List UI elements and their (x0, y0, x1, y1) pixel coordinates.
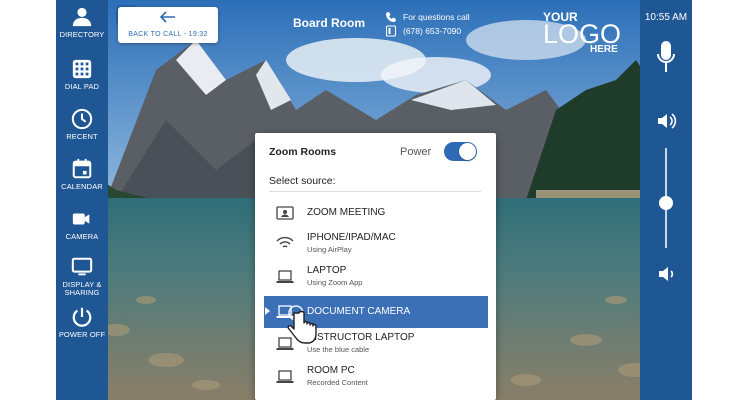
clock-icon (71, 108, 93, 130)
dialpad-icon (72, 59, 92, 79)
sidebar-item-power-off[interactable]: POWER OFF (56, 306, 108, 356)
source-label: ZOOM MEETING (307, 207, 386, 218)
monitor-icon (276, 370, 294, 383)
sidebar-item-dial-pad[interactable]: DIAL PAD (56, 58, 108, 108)
select-source-label: Select source: (269, 175, 336, 187)
source-item-iphone-ipad-mac[interactable]: IPHONE/IPAD/MAC Using AirPlay (264, 229, 488, 261)
source-sublabel: Using Zoom App (307, 278, 363, 287)
sidebar-item-label: POWER OFF (58, 330, 106, 339)
sidebar-item-label: RECENT (66, 132, 98, 141)
right-panel: 10:55 AM (640, 0, 692, 400)
phone-icon (386, 12, 396, 22)
source-label: DOCUMENT CAMERA (307, 306, 411, 317)
power-toggle[interactable] (444, 142, 477, 161)
sidebar-item-directory[interactable]: DIRECTORY (56, 6, 108, 56)
laptop-icon (276, 270, 294, 283)
source-sublabel: Using AirPlay (307, 245, 352, 254)
phone-handset-icon (385, 25, 397, 37)
divider (269, 191, 481, 192)
source-item-laptop[interactable]: LAPTOP Using Zoom App (264, 262, 488, 294)
calendar-icon (72, 158, 92, 179)
person-icon (72, 7, 92, 27)
sidebar-item-label: DISPLAY & SHARING (62, 280, 102, 297)
source-label: IPHONE/IPAD/MAC (307, 232, 396, 243)
source-sublabel: Recorded Content (307, 378, 368, 387)
camera-icon (72, 213, 90, 225)
sidebar-item-calendar[interactable]: CALENDAR (56, 158, 108, 208)
room-name: Board Room (293, 16, 365, 30)
zoom-meeting-icon (276, 206, 294, 220)
microphone-icon[interactable] (656, 40, 676, 74)
volume-down-icon[interactable] (658, 266, 676, 282)
volume-slider-handle[interactable] (659, 196, 673, 210)
sidebar-item-recent[interactable]: RECENT (56, 108, 108, 158)
clock: 10:55 AM (644, 12, 688, 23)
source-list: ZOOM MEETING IPHONE/IPAD/MAC Using AirPl… (264, 196, 488, 396)
help-phone-number: (678) 653-7090 (403, 26, 462, 36)
selection-arrow-icon (265, 307, 270, 315)
sidebar-item-label: CALENDAR (61, 182, 103, 191)
sidebar-item-camera[interactable]: CAMERA (56, 208, 108, 258)
display-icon (71, 257, 93, 276)
left-sidebar: DIRECTORY DIAL PAD RECENT CALENDAR CAMER… (56, 0, 108, 400)
volume-up-icon[interactable] (657, 112, 677, 130)
toggle-knob (459, 143, 476, 160)
logo-line-3: HERE (590, 44, 618, 55)
sidebar-item-label: DIRECTORY (59, 30, 105, 39)
sidebar-item-label: DIAL PAD (64, 82, 100, 91)
back-to-call-button[interactable]: BACK TO CALL - 19:32 (118, 7, 218, 43)
panel-title: Zoom Rooms (269, 146, 337, 158)
source-label: LAPTOP (307, 265, 347, 276)
arrow-left-icon (160, 11, 175, 23)
source-item-room-pc[interactable]: ROOM PC Recorded Content (264, 362, 488, 394)
source-label: INSTRUCTOR LAPTOP (307, 332, 415, 343)
power-label: Power (400, 146, 432, 158)
sidebar-item-label: CAMERA (65, 232, 99, 241)
power-icon (72, 307, 92, 327)
help-text: For questions call (403, 12, 470, 22)
sidebar-item-display-sharing[interactable]: DISPLAY & SHARING (56, 256, 108, 306)
source-item-zoom-meeting[interactable]: ZOOM MEETING (264, 196, 488, 228)
back-to-call-label: BACK TO CALL - 19:32 (128, 31, 208, 38)
pointing-hand-icon (287, 305, 317, 344)
wifi-icon (276, 236, 294, 248)
source-label: ROOM PC (307, 365, 355, 376)
